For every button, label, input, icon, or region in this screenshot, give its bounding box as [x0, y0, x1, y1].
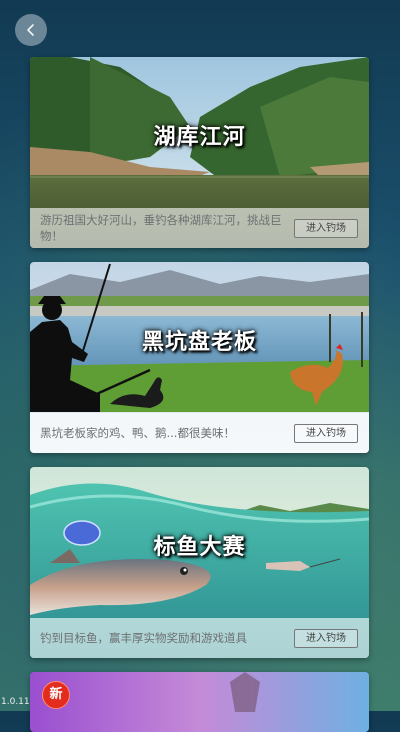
enter-venue-button[interactable]: 进入钓场 [294, 218, 358, 238]
card-title: 湖库江河 [153, 125, 246, 150]
card-title: 黑坑盘老板 [141, 330, 257, 355]
card-footer: 黑坑老板家的鸡、鸭、鹅...都很美味！ 进入钓场 [30, 413, 369, 453]
card-footer: 钓到目标鱼，赢丰厚实物奖励和游戏道具 进入钓场 [30, 618, 369, 658]
enter-venue-button[interactable]: 进入钓场 [294, 628, 358, 648]
venue-card-new[interactable] [30, 672, 369, 732]
chevron-left-icon [27, 24, 34, 36]
venue-card-lake[interactable]: 湖库江河 游历祖国大好河山，垂钓各种湖库江河，挑战巨物！ 进入钓场 [30, 57, 369, 248]
card-description: 游历祖国大好河山，垂钓各种湖库江河，挑战巨物！ [40, 213, 282, 243]
new-badge: 新 [42, 681, 70, 709]
venue-card-blackpit[interactable]: 黑坑盘老板 黑坑老板家的鸡、鸭、鹅...都很美味！ 进入钓场 [30, 262, 369, 453]
card-description: 黑坑老板家的鸡、鸭、鹅...都很美味！ [40, 426, 235, 440]
enter-venue-button[interactable]: 进入钓场 [294, 423, 358, 443]
card-title: 标鱼大赛 [153, 535, 246, 560]
card-description: 钓到目标鱼，赢丰厚实物奖励和游戏道具 [40, 631, 247, 645]
version-label: 1.0.11 [1, 697, 30, 707]
venue-card-tournament[interactable]: 标鱼大赛 钓到目标鱼，赢丰厚实物奖励和游戏道具 进入钓场 [30, 467, 369, 658]
card-footer: 游历祖国大好河山，垂钓各种湖库江河，挑战巨物！ 进入钓场 [30, 208, 369, 248]
new-venue-scene-image [30, 672, 369, 732]
back-button[interactable] [15, 14, 47, 46]
